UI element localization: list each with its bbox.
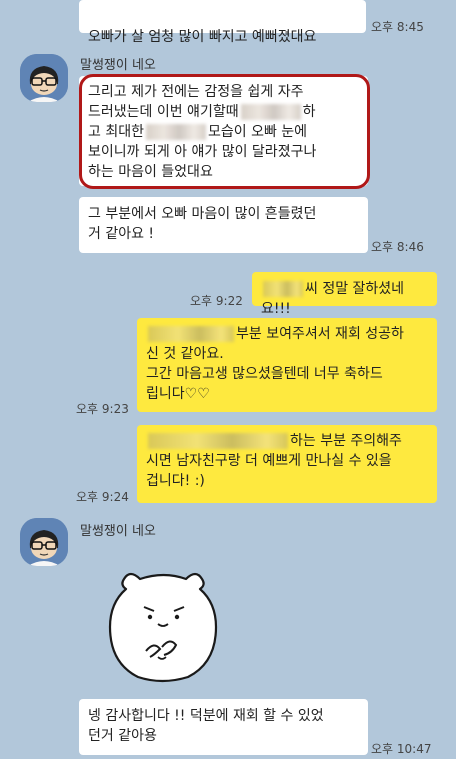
message-line: 부분 보여주셔서 재회 성공하 [146, 324, 428, 344]
message-time: 오후 9:24 [76, 490, 129, 504]
bear-sticker-icon [108, 572, 218, 683]
message-bubble[interactable]: 그 부분에서 오빠 마음이 많이 흔들렸던 거 같아요 ! [79, 197, 368, 253]
message-line: 그 부분에서 오빠 마음이 많이 흔들렸던 [88, 206, 317, 222]
message-line: 립니다♡♡ [146, 386, 210, 402]
message-line: 거 같아요 ! [88, 226, 155, 242]
sender-name: 말썽쟁이 네오 [80, 524, 156, 539]
message-line: 신 것 같아요. [146, 346, 224, 362]
message-time: 오후 10:47 [371, 742, 432, 756]
message-bubble[interactable]: 부분 보여주셔서 재회 성공하 신 것 같아요. 그간 마음고생 많으셨을텐데 … [137, 318, 437, 412]
message-line: 하는 부분 주의해주 [146, 431, 428, 451]
message-time: 오후 8:46 [371, 240, 424, 254]
message-bubble[interactable]: 넹 감사합니다 !! 덕분에 재회 할 수 있었 던거 같아용 [79, 699, 368, 755]
neo-character-icon [20, 518, 68, 566]
sender-name: 말썽쟁이 네오 [80, 58, 156, 73]
bear-sticker[interactable] [100, 565, 225, 685]
message-line: 그간 마음고생 많으셨을텐데 너무 축하드 [146, 366, 383, 382]
neo-character-icon [20, 54, 68, 102]
highlight-box [79, 74, 370, 189]
message-line: 넹 감사합니다 !! 덕분에 재회 할 수 있었 [88, 708, 324, 724]
message-line: 던거 같아용 [88, 728, 157, 744]
message-bubble[interactable]: 오빠가 살 엄청 많이 빠지고 예뻐졌대요 [79, 0, 366, 45]
message-line: 시면 남자친구랑 더 예쁘게 만나실 수 있을 [146, 453, 392, 469]
redacted-text [148, 326, 234, 342]
message-time: 오후 9:22 [190, 294, 243, 308]
message-bubble[interactable]: 하는 부분 주의해주 시면 남자친구랑 더 예쁘게 만나실 수 있을 겁니다! … [137, 425, 437, 503]
message-bubble[interactable]: 씨 정말 잘하셨네요!!! [252, 272, 437, 317]
message-time: 오후 8:45 [371, 20, 424, 34]
message-line: 겁니다! :) [146, 473, 205, 489]
redacted-text [148, 433, 288, 449]
message-time: 오후 9:23 [76, 402, 129, 416]
avatar[interactable] [20, 518, 68, 566]
redacted-text [263, 281, 303, 297]
avatar[interactable] [20, 54, 68, 102]
message-text: 오빠가 살 엄청 많이 빠지고 예뻐졌대요 [88, 29, 317, 45]
